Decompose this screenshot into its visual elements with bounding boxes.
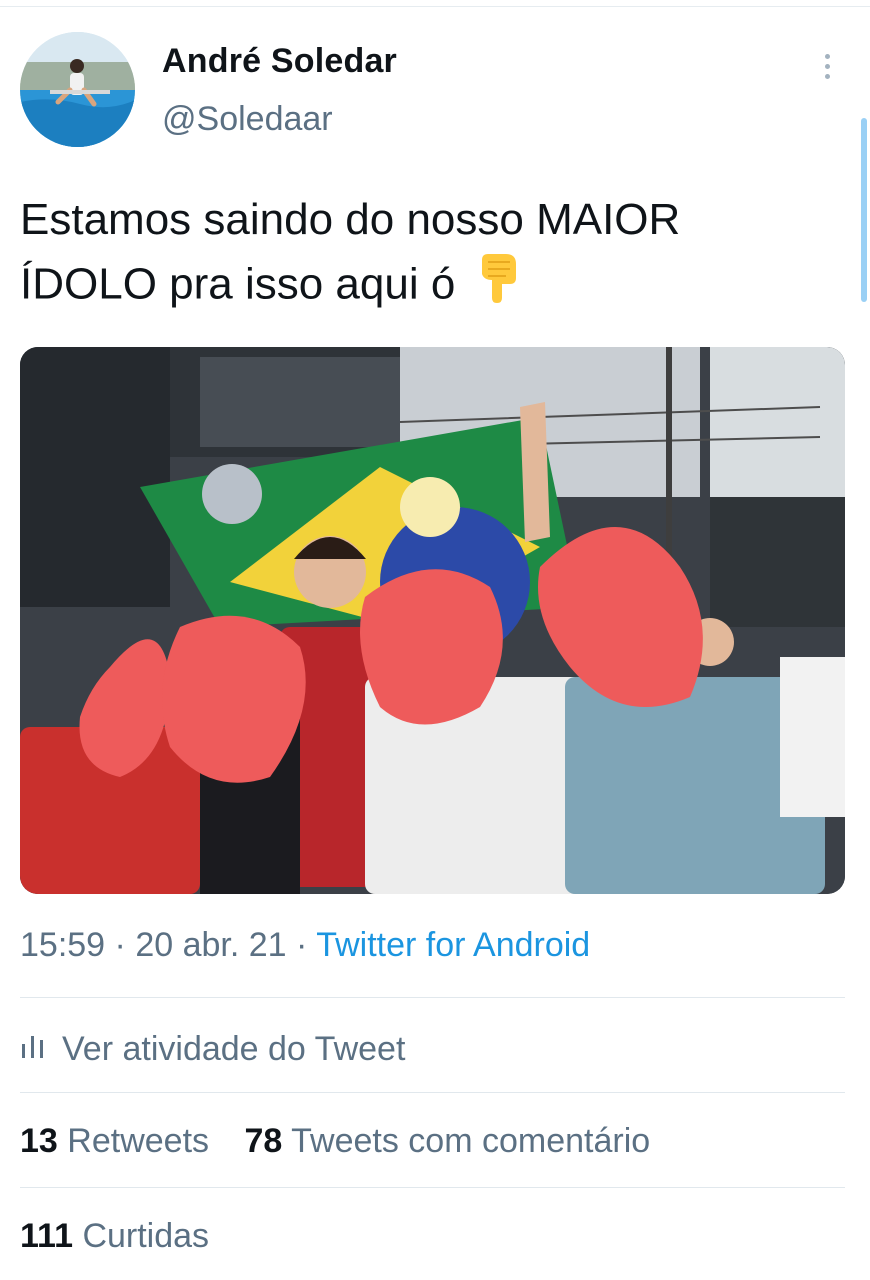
retweets-count: 13 bbox=[20, 1122, 58, 1160]
tweet-photo[interactable] bbox=[20, 347, 845, 894]
tweet-timestamp-line: 15:59 · 20 abr. 21 · Twitter for Android bbox=[20, 926, 590, 965]
retweets-stat[interactable]: 13 Retweets bbox=[20, 1122, 209, 1161]
likes-label: Curtidas bbox=[82, 1217, 210, 1255]
retweets-label: Retweets bbox=[67, 1122, 210, 1160]
photo-crowd-with-brazil-flag-icon bbox=[20, 347, 845, 894]
quote-tweets-label: Tweets com comentário bbox=[291, 1122, 651, 1160]
more-dot bbox=[824, 63, 830, 69]
divider bbox=[20, 1092, 845, 1093]
author-display-name[interactable]: André Soledar bbox=[162, 42, 397, 81]
author-handle[interactable]: @Soledaar bbox=[162, 100, 333, 139]
more-options-button[interactable] bbox=[812, 46, 842, 86]
tweet-text-line-1: Estamos saindo do nosso MAIOR bbox=[20, 195, 681, 244]
divider bbox=[20, 1187, 845, 1188]
quote-tweets-stat[interactable]: 78 Tweets com comentário bbox=[244, 1122, 650, 1161]
meta-separator: · bbox=[114, 926, 126, 964]
engagement-stats: 13 Retweets 78 Tweets com comentário bbox=[20, 1122, 650, 1161]
tweet-date[interactable]: 20 abr. 21 bbox=[135, 926, 286, 964]
profile-photo-pool-icon bbox=[20, 32, 135, 147]
more-vertical-icon bbox=[824, 53, 830, 59]
tweet-text-line-2: ÍDOLO pra isso aqui ó bbox=[20, 252, 850, 322]
scrollbar[interactable] bbox=[861, 118, 867, 302]
bar-chart-icon bbox=[20, 1030, 46, 1069]
tweet-time[interactable]: 15:59 bbox=[20, 926, 105, 964]
more-dot bbox=[824, 73, 830, 79]
tweet-text: Estamos saindo do nosso MAIOR ÍDOLO pra … bbox=[20, 188, 850, 322]
view-tweet-activity-button[interactable]: Ver atividade do Tweet bbox=[20, 1027, 405, 1071]
likes-count: 111 bbox=[20, 1217, 73, 1255]
divider bbox=[20, 997, 845, 998]
quote-tweets-count: 78 bbox=[244, 1122, 283, 1160]
tweet-source-link[interactable]: Twitter for Android bbox=[316, 926, 590, 964]
view-tweet-activity-label: Ver atividade do Tweet bbox=[62, 1029, 406, 1068]
tweet-detail-screen: André Soledar @Soledaar Estamos saindo d… bbox=[0, 0, 870, 1280]
pointing-down-emoji-icon bbox=[476, 252, 522, 322]
meta-separator: · bbox=[296, 926, 308, 964]
tweet-text-line-2-text: ÍDOLO pra isso aqui ó bbox=[20, 259, 456, 309]
likes-stat[interactable]: 111 Curtidas bbox=[20, 1217, 209, 1256]
avatar[interactable] bbox=[20, 32, 135, 147]
top-divider bbox=[0, 6, 870, 7]
